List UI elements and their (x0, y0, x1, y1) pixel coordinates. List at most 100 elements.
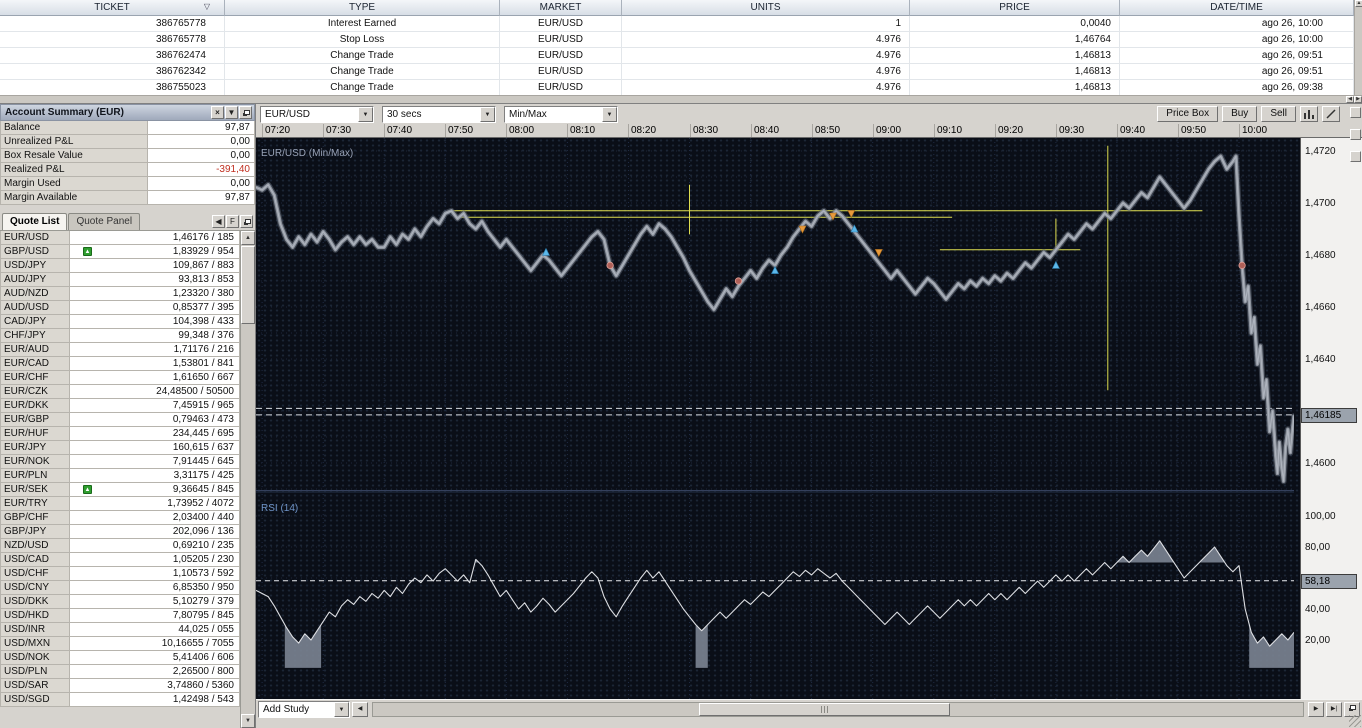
quote-row[interactable]: EUR/HUF 234,445 / 695 (0, 427, 240, 441)
tab-quote-panel[interactable]: Quote Panel (68, 213, 141, 230)
chart-horizontal-scrollbar[interactable] (372, 701, 1304, 717)
quote-row[interactable]: EUR/PLN 3,31175 / 425 (0, 469, 240, 483)
pan-right-icon[interactable]: ▶ (1308, 701, 1324, 717)
column-header-ticket[interactable]: TICKET ▽ (0, 0, 225, 16)
buy-button[interactable]: Buy (1222, 106, 1258, 122)
trade-table-vertical-scrollbar[interactable]: ▲ (1354, 0, 1362, 96)
column-header-market[interactable]: MARKET (500, 0, 622, 16)
sell-button[interactable]: Sell (1261, 106, 1296, 122)
detach-window-icon[interactable] (240, 215, 253, 228)
price-axis[interactable]: 1,4720 1,4700 1,4680 1,4660 1,4640 1,4600 1,46… (1300, 138, 1362, 699)
trade-table-horizontal-scrollbar[interactable]: ◀ ▶ (0, 95, 1362, 103)
edge-tool-icon-2[interactable] (1350, 129, 1361, 140)
time-tick (873, 124, 874, 137)
scrollbar-thumb[interactable] (698, 702, 950, 716)
chevron-down-icon[interactable]: ▼ (480, 106, 495, 122)
quote-pair-label: USD/INR (0, 623, 70, 637)
account-row-label: Margin Available (0, 191, 148, 205)
price-box-button[interactable]: Price Box (1157, 106, 1219, 122)
quote-row[interactable]: USD/JPY 109,867 / 883 (0, 259, 240, 273)
quote-row[interactable]: USD/DKK 5,10279 / 379 (0, 595, 240, 609)
quote-flag-cell (70, 595, 105, 609)
quote-row[interactable]: GBP/CHF 2,03400 / 440 (0, 511, 240, 525)
quote-row[interactable]: EUR/GBP 0,79463 / 473 (0, 413, 240, 427)
scroll-up-icon[interactable]: ▲ (241, 231, 255, 245)
chevron-down-icon[interactable]: ▼ (334, 701, 349, 717)
detach-window-icon[interactable] (239, 106, 252, 119)
filter-button[interactable]: F (226, 215, 239, 228)
edge-tool-icon-3[interactable] (1350, 151, 1361, 162)
table-row[interactable]: 386755023 Change Trade EUR/USD 4.976 1,46813… (0, 80, 1362, 96)
tab-quote-list[interactable]: Quote List (2, 213, 68, 230)
time-tick (934, 124, 935, 137)
quote-row[interactable]: GBP/JPY 202,096 / 136 (0, 525, 240, 539)
scroll-down-icon[interactable]: ▼ (241, 714, 255, 728)
chart-plot-area[interactable]: EUR/USD (Min/Max) RSI (14) 1,4720 1,4700 1… (256, 138, 1362, 699)
quote-row[interactable]: EUR/SEK ▲ 9,36645 / 845 (0, 483, 240, 497)
quote-row[interactable]: EUR/AUD 1,71176 / 216 (0, 343, 240, 357)
scrollbar-thumb[interactable] (241, 246, 255, 324)
scroll-right-icon[interactable]: ▶ (1354, 96, 1362, 103)
column-header-datetime[interactable]: DATE/TIME (1120, 0, 1354, 16)
quote-row[interactable]: EUR/CAD 1,53801 / 841 (0, 357, 240, 371)
quote-row[interactable]: USD/CHF 1,10573 / 592 (0, 567, 240, 581)
chart-style-select[interactable]: Min/Max ▼ (504, 105, 618, 123)
quote-row[interactable]: GBP/USD ▲ 1,83929 / 954 (0, 245, 240, 259)
collapse-left-icon[interactable]: ◀ (212, 215, 225, 228)
quote-flag-cell (70, 287, 105, 301)
jump-to-latest-icon[interactable]: ▶| (1326, 701, 1342, 717)
quote-row[interactable]: USD/CNY 6,85350 / 950 (0, 581, 240, 595)
bar-chart-icon[interactable] (1300, 106, 1318, 122)
quote-row[interactable]: EUR/CHF 1,61650 / 667 (0, 371, 240, 385)
chevron-down-icon[interactable]: ▼ (358, 106, 373, 122)
quote-row[interactable]: EUR/DKK 7,45915 / 965 (0, 399, 240, 413)
quote-row[interactable]: EUR/NOK 7,91445 / 645 (0, 455, 240, 469)
quote-row[interactable]: USD/PLN 2,26500 / 800 (0, 665, 240, 679)
quote-row[interactable]: EUR/TRY 1,73952 / 4072 (0, 497, 240, 511)
column-header-units[interactable]: UNITS (622, 0, 910, 16)
quote-row[interactable]: AUD/USD 0,85377 / 395 (0, 301, 240, 315)
column-header-type[interactable]: TYPE (225, 0, 500, 16)
quote-list-scrollbar[interactable]: ▲ ▼ (240, 231, 255, 728)
quote-row[interactable]: NZD/USD 0,69210 / 235 (0, 539, 240, 553)
quote-list: EUR/USD 1,46176 / 185 GBP/USD ▲ 1,83929 / 95… (0, 231, 255, 728)
quote-row[interactable]: USD/HKD 7,80795 / 845 (0, 609, 240, 623)
table-row[interactable]: 386762342 Change Trade EUR/USD 4.976 1,46813… (0, 64, 1362, 80)
quote-row[interactable]: AUD/JPY 93,813 / 853 (0, 273, 240, 287)
pan-left-icon[interactable]: ◀ (352, 701, 368, 717)
resize-grip[interactable] (1349, 715, 1361, 727)
account-summary-header[interactable]: Account Summary (EUR) × ▼ (0, 104, 255, 121)
close-icon[interactable]: × (211, 106, 224, 119)
add-study-select[interactable]: Add Study ▼ (258, 700, 350, 718)
quote-row[interactable]: EUR/CZK 24,48500 / 50500 (0, 385, 240, 399)
quote-row[interactable]: USD/INR 44,025 / 055 (0, 623, 240, 637)
table-row[interactable]: 386765778 Stop Loss EUR/USD 4.976 1,46764 ago… (0, 32, 1362, 48)
quote-price: 1,73952 / 4072 (105, 497, 240, 511)
scroll-up-icon[interactable]: ▲ (1355, 0, 1362, 7)
table-row[interactable]: 386762474 Change Trade EUR/USD 4.976 1,46813… (0, 48, 1362, 64)
interval-select[interactable]: 30 secs ▼ (382, 105, 496, 123)
edge-tool-icon-1[interactable] (1350, 107, 1361, 118)
quote-row[interactable]: USD/CAD 1,05205 / 230 (0, 553, 240, 567)
quote-flag-cell (70, 651, 105, 665)
scroll-left-icon[interactable]: ◀ (1346, 96, 1354, 103)
quote-row[interactable]: CHF/JPY 99,348 / 376 (0, 329, 240, 343)
table-row[interactable]: 386765778 Interest Earned EUR/USD 1 0,0040 ag… (0, 16, 1362, 32)
quote-price: 1,23320 / 380 (105, 287, 240, 301)
collapse-icon[interactable]: ▼ (225, 106, 238, 119)
quote-row[interactable]: CAD/JPY 104,398 / 433 (0, 315, 240, 329)
chart-pane-splitter[interactable] (256, 490, 1294, 491)
column-header-price[interactable]: PRICE (910, 0, 1120, 16)
quote-row[interactable]: EUR/JPY 160,615 / 637 (0, 441, 240, 455)
draw-line-icon[interactable] (1322, 106, 1340, 122)
quote-row[interactable]: EUR/USD 1,46176 / 185 (0, 231, 240, 245)
quote-row[interactable]: USD/MXN 10,16655 / 7055 (0, 637, 240, 651)
instrument-select[interactable]: EUR/USD ▼ (260, 105, 374, 123)
sort-filter-icon[interactable]: ▽ (204, 2, 210, 11)
quote-row[interactable]: USD/SAR 3,74860 / 5360 (0, 679, 240, 693)
quote-row[interactable]: USD/NOK 5,41406 / 606 (0, 651, 240, 665)
quote-row[interactable]: AUD/NZD 1,23320 / 380 (0, 287, 240, 301)
quote-row[interactable]: USD/SGD 1,42498 / 543 (0, 693, 240, 707)
chevron-down-icon[interactable]: ▼ (602, 106, 617, 122)
quote-pair-label: USD/PLN (0, 665, 70, 679)
